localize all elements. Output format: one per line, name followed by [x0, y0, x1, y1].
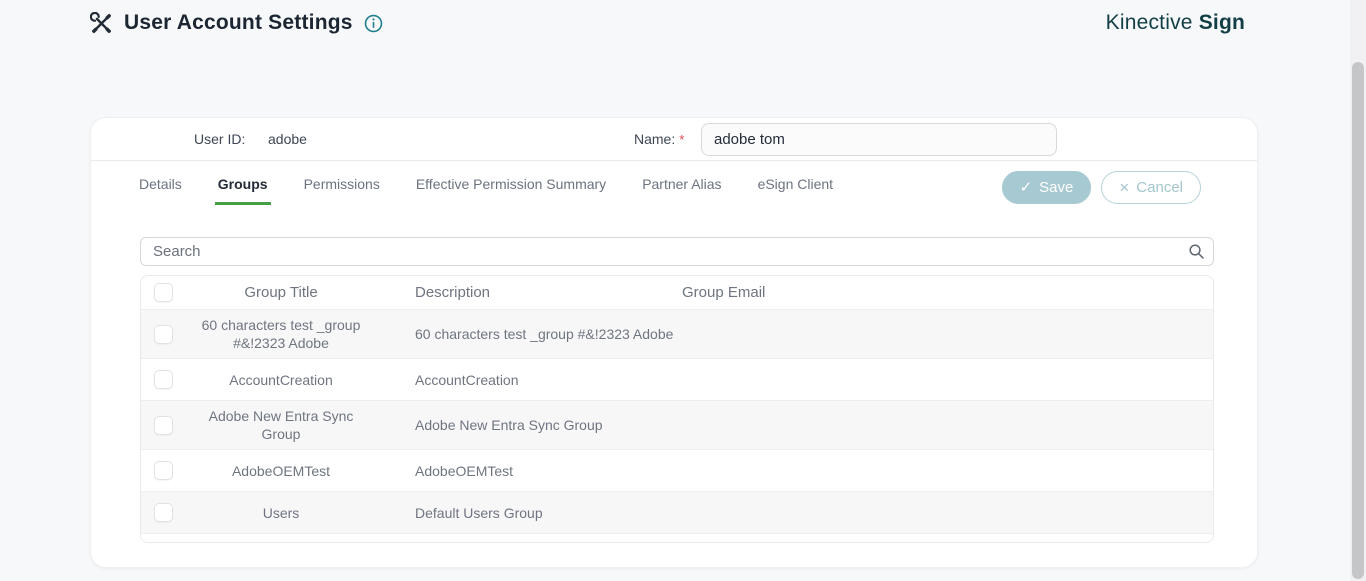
title-group: User Account Settings — [90, 11, 383, 35]
table-footer-strip — [141, 534, 1213, 542]
tab-groups[interactable]: Groups — [215, 161, 271, 205]
settings-tools-icon — [90, 12, 113, 35]
user-id-value: adobe — [268, 131, 307, 147]
name-label: Name:* — [634, 131, 684, 147]
column-header-group-title: Group Title — [181, 278, 381, 308]
cancel-label: Cancel — [1136, 179, 1183, 196]
close-icon: × — [1119, 179, 1129, 196]
vertical-scrollbar-track[interactable] — [1350, 0, 1366, 581]
brand-product: Sign — [1199, 11, 1245, 34]
tab-effective-permission-summary[interactable]: Effective Permission Summary — [413, 161, 609, 205]
page-title: User Account Settings — [124, 11, 353, 35]
row-checkbox[interactable] — [154, 503, 173, 522]
row-checkbox[interactable] — [154, 416, 173, 435]
description-cell: AdobeOEMTest — [381, 463, 682, 479]
brand-logo: Kinective Sign — [1106, 11, 1245, 35]
search-icon[interactable] — [1188, 243, 1205, 260]
description-cell: Adobe New Entra Sync Group — [381, 417, 682, 433]
search-bar — [140, 237, 1214, 266]
row-checkbox[interactable] — [154, 461, 173, 480]
action-buttons: ✓ Save × Cancel — [1002, 171, 1201, 204]
tab-partner-alias[interactable]: Partner Alias — [639, 161, 724, 205]
description-cell: AccountCreation — [381, 372, 682, 388]
select-all-checkbox[interactable] — [154, 283, 173, 302]
save-button[interactable]: ✓ Save — [1002, 171, 1092, 204]
search-input[interactable] — [140, 237, 1214, 266]
table-row[interactable]: Users Default Users Group — [141, 492, 1213, 534]
tab-permissions[interactable]: Permissions — [301, 161, 383, 205]
table-row[interactable]: 60 characters test _group #&!2323 Adobe … — [141, 310, 1213, 359]
description-cell: Default Users Group — [381, 505, 682, 521]
column-header-group-email: Group Email — [682, 284, 1213, 301]
group-title-cell: 60 characters test _group #&!2323 Adobe — [181, 310, 381, 358]
user-form-row: User ID: adobe Name:* — [91, 118, 1257, 161]
brand-name: Kinective — [1106, 11, 1193, 34]
table-row[interactable]: AccountCreation AccountCreation — [141, 359, 1213, 401]
row-checkbox[interactable] — [154, 325, 173, 344]
group-title-cell: AdobeOEMTest — [181, 456, 381, 486]
top-header: User Account Settings Kinective Sign — [0, 0, 1350, 46]
settings-card: User ID: adobe Name:* Details Groups Per… — [90, 117, 1258, 568]
column-header-description: Description — [381, 284, 682, 301]
cancel-button[interactable]: × Cancel — [1101, 171, 1201, 204]
check-icon: ✓ — [1020, 180, 1033, 195]
tab-details[interactable]: Details — [136, 161, 185, 205]
required-marker: * — [679, 132, 684, 147]
user-id-label: User ID: — [194, 131, 245, 147]
vertical-scrollbar-thumb[interactable] — [1352, 62, 1364, 579]
group-title-cell: AccountCreation — [181, 365, 381, 395]
tab-esign-client[interactable]: eSign Client — [755, 161, 837, 205]
table-header-row: Group Title Description Group Email — [141, 276, 1213, 310]
row-checkbox[interactable] — [154, 370, 173, 389]
table-row[interactable]: Adobe New Entra Sync Group Adobe New Ent… — [141, 401, 1213, 450]
group-title-cell: Adobe New Entra Sync Group — [181, 401, 381, 449]
group-title-cell: Users — [181, 498, 381, 528]
description-cell: 60 characters test _group #&!2323 Adobe — [381, 326, 682, 342]
info-icon[interactable] — [364, 14, 383, 33]
name-input[interactable] — [701, 123, 1057, 156]
save-label: Save — [1039, 179, 1073, 196]
groups-table: Group Title Description Group Email 60 c… — [140, 275, 1214, 543]
table-row[interactable]: AdobeOEMTest AdobeOEMTest — [141, 450, 1213, 492]
